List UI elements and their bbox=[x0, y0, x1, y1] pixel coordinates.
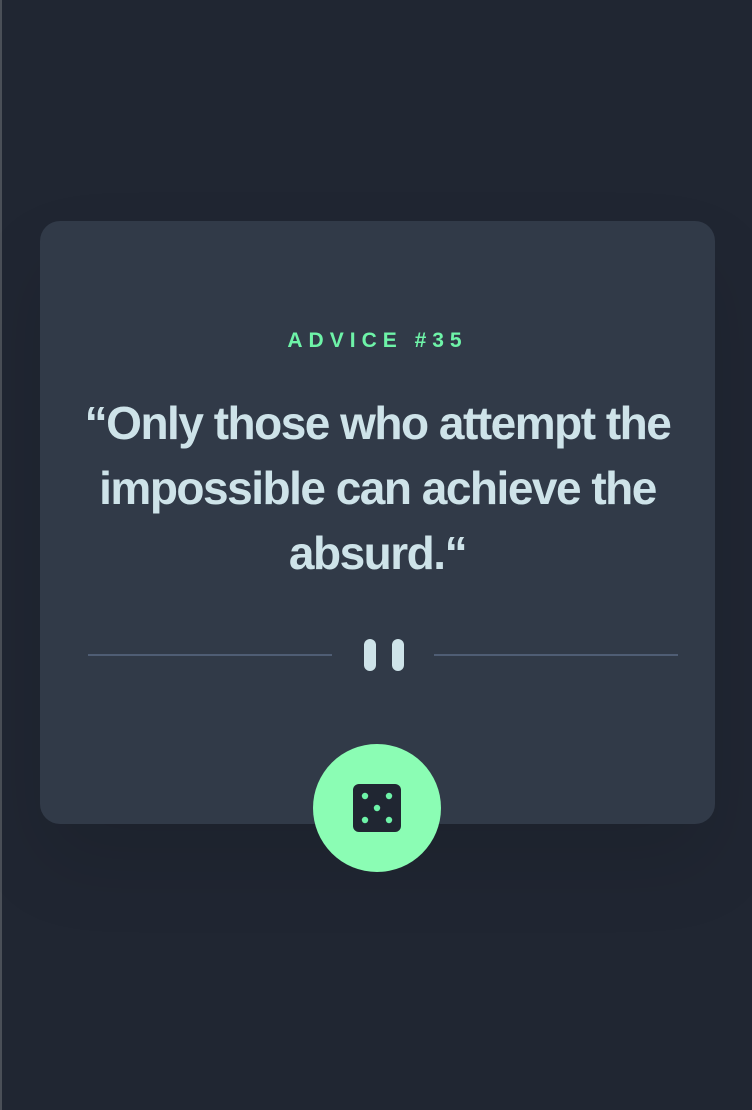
dice-icon bbox=[353, 784, 401, 832]
pause-icon bbox=[362, 639, 406, 671]
window-edge bbox=[0, 0, 2, 1110]
advice-card: ADVICE #35 “Only those who attempt the i… bbox=[40, 221, 715, 824]
pause-bar-left bbox=[364, 639, 376, 671]
advice-quote: “Only those who attempt the impossible c… bbox=[84, 397, 672, 579]
divider-line-left bbox=[88, 654, 332, 656]
pattern-divider bbox=[88, 637, 678, 673]
new-advice-button[interactable] bbox=[313, 744, 441, 872]
pause-bar-right bbox=[392, 639, 404, 671]
advice-id-heading: ADVICE #35 bbox=[287, 329, 468, 353]
divider-line-right bbox=[434, 654, 678, 656]
